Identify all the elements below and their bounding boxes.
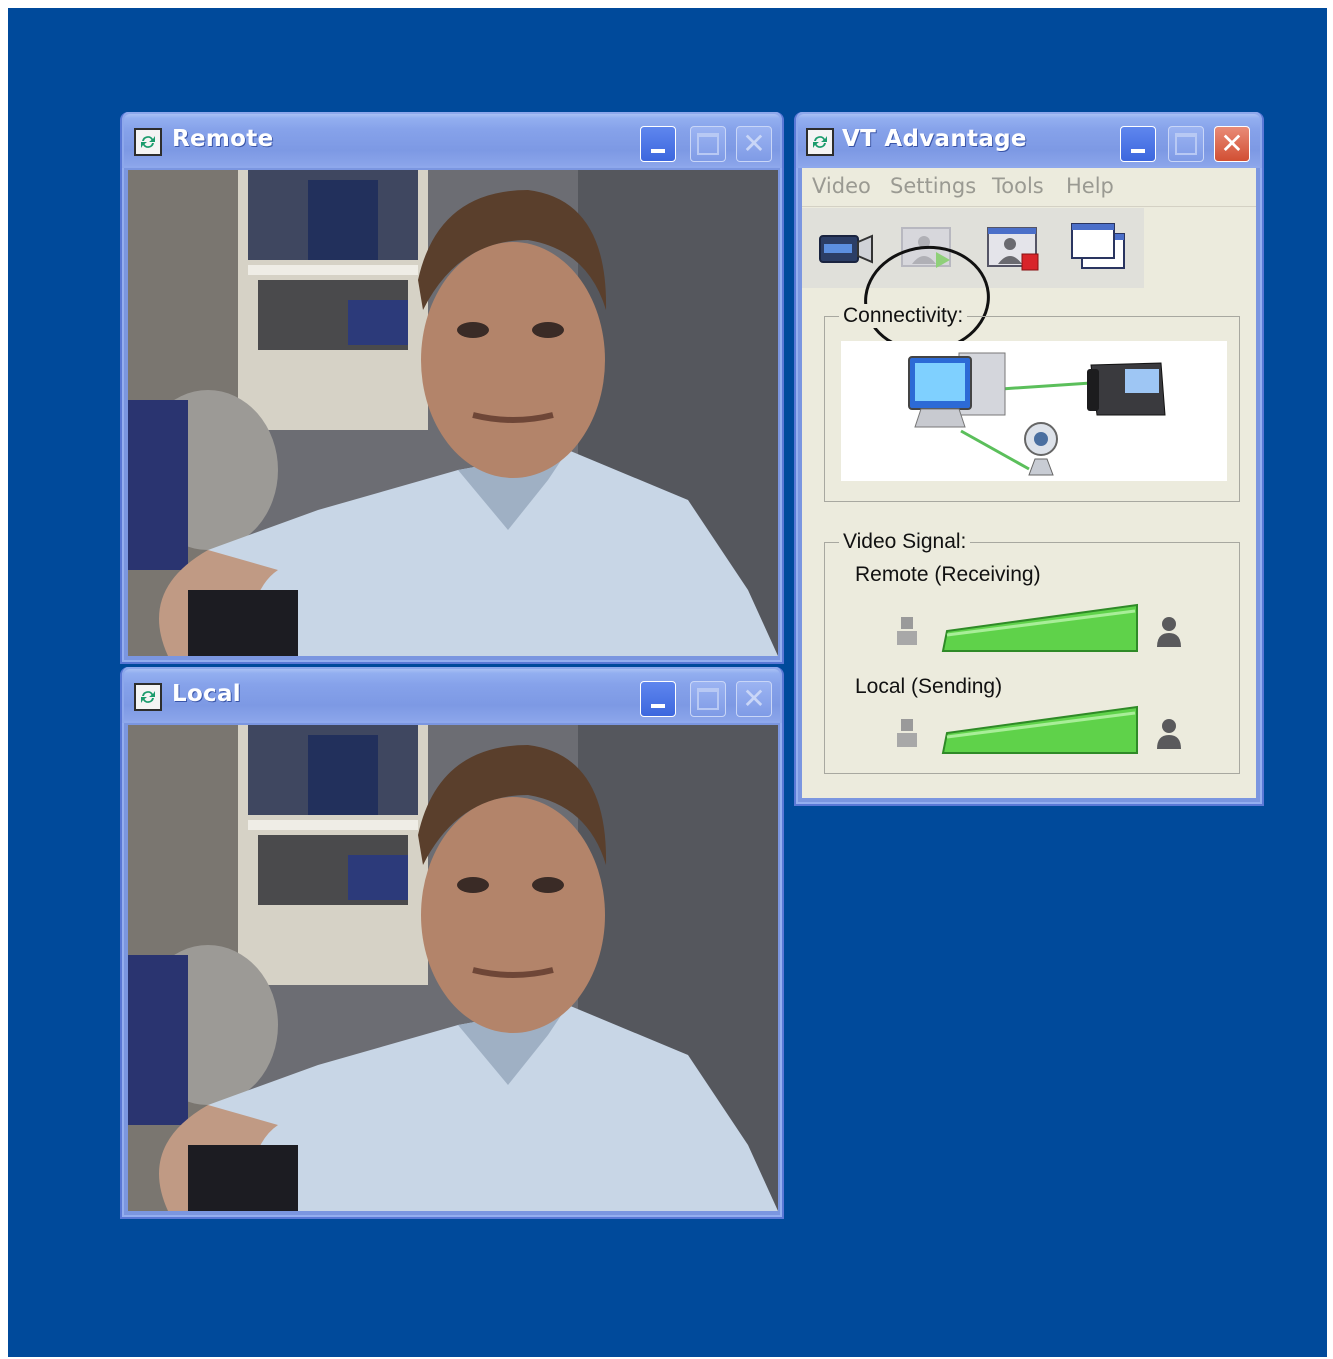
- minimize-button[interactable]: [640, 126, 676, 162]
- local-title-bar[interactable]: Local ✕: [122, 667, 782, 723]
- vt-window-title: VT Advantage: [842, 126, 1027, 152]
- local-signal-meter: [941, 705, 1138, 754]
- local-sending-label: Local (Sending): [855, 675, 1003, 698]
- remote-window-title: Remote: [172, 126, 274, 152]
- video-signal-group: Video Signal: Remote (Receiving) Local (…: [824, 530, 1240, 774]
- maximize-button[interactable]: [690, 681, 726, 717]
- close-button[interactable]: ✕: [736, 681, 772, 717]
- minimize-button[interactable]: [1120, 126, 1156, 162]
- remote-title-bar[interactable]: Remote ✕: [122, 112, 782, 168]
- app-sync-icon: [134, 128, 162, 156]
- person-icon: [1157, 719, 1181, 749]
- vt-title-bar[interactable]: VT Advantage ✕: [796, 112, 1262, 168]
- local-window-title: Local: [172, 681, 241, 707]
- menu-video[interactable]: Video: [812, 174, 871, 198]
- local-window: Local ✕: [120, 667, 784, 1219]
- remote-window: Remote ✕: [120, 112, 784, 664]
- maximize-button[interactable]: [690, 126, 726, 162]
- connectivity-label: Connectivity:: [839, 304, 968, 328]
- person-dim-icon: [897, 719, 917, 747]
- vt-advantage-window: VT Advantage ✕ Video Settings Tools Help: [794, 112, 1264, 806]
- local-video-image: [128, 725, 778, 1211]
- minimize-button[interactable]: [640, 681, 676, 717]
- remote-video-image: [128, 170, 778, 656]
- connectivity-diagram: [841, 341, 1227, 481]
- video-signal-label: Video Signal:: [839, 530, 971, 554]
- person-dim-icon: [897, 617, 917, 645]
- remote-video-feed: [128, 170, 778, 656]
- close-button[interactable]: ✕: [736, 126, 772, 162]
- windows-icon[interactable]: [1066, 216, 1130, 280]
- ip-phone-icon: [1087, 362, 1166, 416]
- menu-bar: Video Settings Tools Help: [802, 168, 1256, 207]
- vt-client-area: Video Settings Tools Help Connectivity: …: [802, 168, 1256, 798]
- computer-icon: [908, 352, 1006, 428]
- person-icon: [1157, 617, 1181, 647]
- menu-help[interactable]: Help: [1066, 174, 1114, 198]
- local-video-feed: [128, 725, 778, 1211]
- close-button[interactable]: ✕: [1214, 126, 1250, 162]
- app-sync-icon: [806, 128, 834, 156]
- maximize-button[interactable]: [1168, 126, 1204, 162]
- menu-tools[interactable]: Tools: [992, 174, 1044, 198]
- camera-icon[interactable]: [814, 216, 878, 280]
- stop-video-icon[interactable]: [982, 216, 1046, 280]
- menu-settings[interactable]: Settings: [890, 174, 976, 198]
- connectivity-group: Connectivity:: [824, 304, 1240, 502]
- app-sync-icon: [134, 683, 162, 711]
- webcam-icon: [1024, 422, 1058, 476]
- remote-receiving-label: Remote (Receiving): [855, 563, 1041, 586]
- remote-signal-meter: [941, 603, 1138, 652]
